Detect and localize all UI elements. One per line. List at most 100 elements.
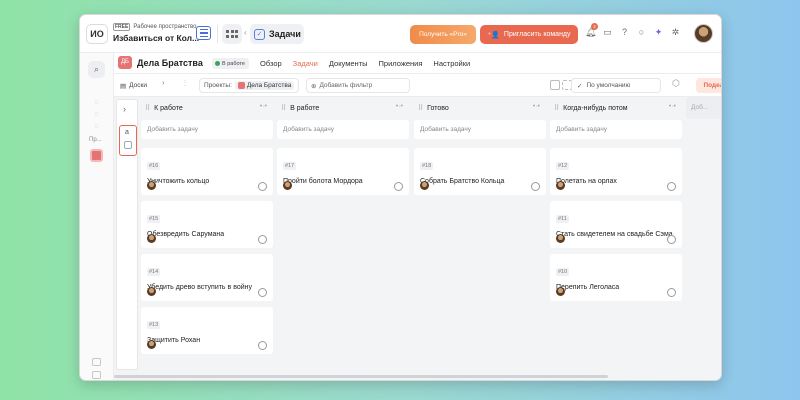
- assignee-avatar[interactable]: [147, 234, 156, 243]
- complete-checkbox[interactable]: [258, 235, 267, 244]
- task-card[interactable]: #11 Стать свидетелем на свадьбе Сэма: [550, 201, 682, 248]
- assignee-avatar[interactable]: [147, 181, 156, 190]
- tab-tasks-project[interactable]: Задачи: [293, 59, 318, 68]
- more-icon[interactable]: •·•: [669, 103, 676, 110]
- task-card[interactable]: #10 Перепить Леголаса: [550, 254, 682, 301]
- settings-hex-icon[interactable]: ⬡: [672, 78, 680, 89]
- sidebar-toggle-button[interactable]: [196, 26, 211, 40]
- task-card[interactable]: #15 Обезвредить Сарумана: [141, 201, 273, 248]
- assignee-avatar[interactable]: [556, 234, 565, 243]
- more-icon[interactable]: •·•: [260, 103, 267, 110]
- integrations-icon[interactable]: ✲: [670, 27, 681, 38]
- get-pro-button[interactable]: Получить «Pro»: [410, 25, 476, 44]
- complete-checkbox[interactable]: [667, 288, 676, 297]
- column-header[interactable]: ⠿ Когда-нибудь потом •·•: [550, 97, 682, 119]
- column-title: Готово: [427, 104, 449, 112]
- drag-handle-icon[interactable]: ⠿: [554, 104, 559, 112]
- bell-icon[interactable]: 🔔︎ 2: [585, 23, 598, 38]
- assignee-avatar[interactable]: [556, 181, 565, 190]
- invite-team-label: Пригласить команду: [503, 31, 571, 38]
- drag-handle-icon[interactable]: ⠿: [145, 104, 150, 112]
- column-header[interactable]: ⠿ В работе •·•: [277, 97, 409, 119]
- recent-icon[interactable]: ◌: [92, 111, 101, 120]
- check-icon: ✓: [254, 28, 265, 40]
- add-task-button[interactable]: Добавить задачу: [141, 120, 273, 139]
- task-number: #18: [420, 162, 434, 170]
- complete-checkbox[interactable]: [667, 235, 676, 244]
- apps-grid-button[interactable]: [222, 24, 242, 44]
- column-header[interactable]: ⠿ К работе •·•: [141, 97, 273, 119]
- tab-apps[interactable]: Приложения: [379, 59, 423, 68]
- assignee-avatar[interactable]: [147, 287, 156, 296]
- add-task-button[interactable]: Добавить задачу: [277, 120, 409, 139]
- boards-label: Доски: [129, 82, 147, 89]
- help-icon[interactable]: ?: [619, 27, 630, 38]
- search-icon[interactable]: ○: [636, 27, 647, 38]
- complete-checkbox[interactable]: [258, 341, 267, 350]
- sort-select[interactable]: ✓ По умолчанию: [571, 78, 661, 93]
- workspace-avatar[interactable]: ИО: [86, 24, 108, 44]
- project-title[interactable]: Дела Братства: [137, 58, 203, 68]
- tab-overview[interactable]: Обзор: [260, 59, 282, 68]
- check-icon: ✓: [577, 82, 583, 90]
- task-card[interactable]: #13 Защитить Рохан: [141, 307, 273, 354]
- add-filter-button[interactable]: ⊕ Добавить фильтр: [306, 78, 410, 93]
- more-icon[interactable]: •·•: [533, 103, 540, 110]
- notification-count: 2: [591, 23, 598, 30]
- add-task-button[interactable]: Добавить задачу: [550, 120, 682, 139]
- share-button[interactable]: Поделиться: [696, 78, 721, 93]
- complete-checkbox[interactable]: [258, 288, 267, 297]
- task-number: #13: [147, 321, 161, 329]
- more-icon[interactable]: •·•: [396, 103, 403, 110]
- project-filter[interactable]: Проекты: Дела Братства: [199, 78, 300, 93]
- collapsed-item[interactable]: а: [119, 125, 137, 156]
- task-card[interactable]: #12 Полетать на орлах: [550, 148, 682, 195]
- user-avatar[interactable]: [694, 24, 713, 43]
- tab-settings[interactable]: Настройки: [433, 59, 470, 68]
- collapsed-column[interactable]: › а: [116, 99, 138, 370]
- project-header: ДБ Дела Братства В работе Обзор Задачи Д…: [114, 53, 721, 74]
- assignee-avatar[interactable]: [556, 287, 565, 296]
- add-filter-label: Добавить фильтр: [319, 82, 373, 89]
- horizontal-scrollbar[interactable]: [114, 375, 608, 378]
- project-chip[interactable]: Дела Братства: [234, 81, 295, 90]
- inbox-icon[interactable]: ◌: [92, 99, 101, 108]
- drag-handle-icon[interactable]: ⠿: [281, 104, 286, 112]
- tab-documents[interactable]: Документы: [329, 59, 368, 68]
- task-card[interactable]: #18 Собрать Братство Кольца: [414, 148, 546, 195]
- assignee-avatar[interactable]: [283, 181, 292, 190]
- status-badge[interactable]: В работе: [212, 58, 249, 69]
- tab-tasks[interactable]: ✓ Задачи: [250, 24, 304, 44]
- complete-checkbox[interactable]: [667, 182, 676, 191]
- assignee-avatar[interactable]: [147, 340, 156, 349]
- search-icon[interactable]: ⌕: [88, 61, 105, 78]
- task-card[interactable]: #17 Пройти болота Мордора: [277, 148, 409, 195]
- task-card[interactable]: #16 Уничтожить кольцо: [141, 148, 273, 195]
- sparkle-icon[interactable]: ✦: [653, 27, 664, 38]
- folder-icon[interactable]: ▭: [602, 27, 613, 38]
- task-number: #15: [147, 215, 161, 223]
- left-rail: ⌕ ◌ ◌ ◌ Пр...: [80, 53, 114, 380]
- complete-checkbox[interactable]: [531, 182, 540, 191]
- chevron-right-icon[interactable]: ›: [162, 78, 165, 87]
- add-task-button[interactable]: Добавить задачу: [414, 120, 546, 139]
- column-header[interactable]: ⠿ Готово •·•: [414, 97, 546, 119]
- chevron-right-icon[interactable]: ›: [123, 104, 126, 114]
- rail-project-item[interactable]: [90, 149, 103, 162]
- filter-icon[interactable]: ⫶: [184, 79, 186, 89]
- board-icon: ▤: [120, 82, 127, 90]
- archive-icon[interactable]: [92, 371, 101, 379]
- drag-handle-icon[interactable]: ⠿: [418, 104, 423, 112]
- export-icon[interactable]: [550, 80, 560, 90]
- boards-view-button[interactable]: ▤ Доски: [120, 79, 147, 92]
- calendar-icon[interactable]: [92, 358, 101, 366]
- task-card[interactable]: #14 Убедить древо вступить в войну: [141, 254, 273, 301]
- assignee-avatar[interactable]: [420, 181, 429, 190]
- complete-checkbox[interactable]: [394, 182, 403, 191]
- add-column-button[interactable]: Доб...: [686, 97, 721, 119]
- complete-checkbox[interactable]: [258, 182, 267, 191]
- invite-team-button[interactable]: ⁺👤 Пригласить команду: [480, 25, 578, 44]
- workspace-switcher[interactable]: FREE Рабочее пространство Избавиться от …: [113, 23, 199, 43]
- board-column: ⠿ В работе •·• Добавить задачу #17 Пройти бол…: [277, 97, 409, 195]
- star-icon[interactable]: ◌: [92, 123, 101, 132]
